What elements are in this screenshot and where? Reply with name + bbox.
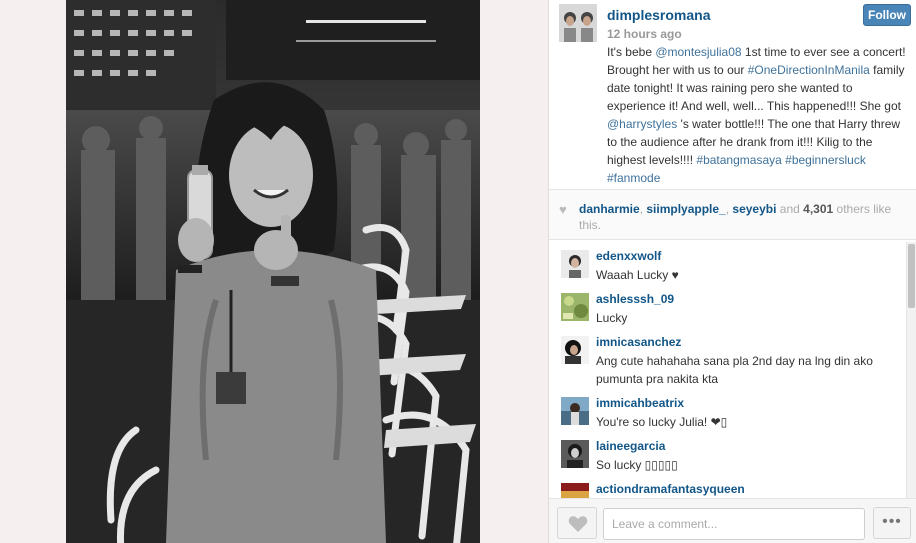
avatar-image — [561, 397, 589, 425]
post-timestamp[interactable]: 12 hours ago — [607, 27, 682, 41]
user-avatar[interactable] — [559, 4, 597, 42]
heart-icon: ♥ — [559, 202, 567, 217]
liker-link[interactable]: seyeybi — [732, 202, 776, 216]
post-detail-panel: dimplesromana 12 hours ago Follow It's b… — [548, 0, 916, 543]
comment-list[interactable]: edenxxwolf Waaah Lucky ♥ ashlesssh_09 Lu… — [549, 242, 916, 498]
commenter-avatar[interactable] — [561, 483, 589, 498]
post-photo-image — [66, 0, 480, 543]
hashtag-link[interactable]: #fanmode — [607, 171, 660, 185]
comment-text: You're so lucky Julia! ❤▯ — [596, 415, 728, 429]
avatar-image — [561, 250, 589, 278]
comment-text: So lucky ▯▯▯▯▯ — [596, 458, 678, 472]
post-caption: It's bebe @montesjulia08 1st time to eve… — [607, 43, 907, 187]
hashtag-link[interactable]: #beginnersluck — [785, 153, 866, 167]
hashtag-link[interactable]: #batangmasaya — [696, 153, 781, 167]
mention-link[interactable]: @harrystyles — [607, 117, 677, 131]
comment-username[interactable]: ashlesssh_09 — [596, 292, 674, 306]
avatar-image — [561, 440, 589, 468]
comment-username[interactable]: imnicasanchez — [596, 335, 681, 349]
avatar-image — [561, 293, 589, 321]
commenter-avatar[interactable] — [561, 336, 589, 364]
photo-area — [0, 0, 548, 543]
avatar-image — [561, 483, 589, 498]
ellipsis-icon[interactable]: ••• — [873, 507, 911, 539]
hashtag-link[interactable]: #OneDirectionInManila — [748, 63, 870, 77]
liker-link[interactable]: danharmie — [579, 202, 640, 216]
comment-text: Lucky — [596, 311, 628, 325]
post-header: dimplesromana 12 hours ago Follow It's b… — [549, 0, 916, 190]
commenter-avatar[interactable] — [561, 440, 589, 468]
comment-username[interactable]: immicahbeatrix — [596, 396, 684, 410]
comments-scrollbar[interactable] — [906, 242, 916, 498]
comment-input[interactable] — [603, 508, 865, 540]
heart-icon — [568, 516, 588, 532]
likes-text: danharmie, siimplyapple_, seyeybi and 4,… — [579, 201, 907, 233]
comment-text: Waaah Lucky ♥ — [596, 268, 679, 282]
likes-and: and — [776, 202, 804, 216]
post-photo[interactable] — [66, 0, 480, 543]
commenter-avatar[interactable] — [561, 250, 589, 278]
scrollbar-thumb[interactable] — [908, 244, 915, 308]
likes-count[interactable]: 4,301 — [803, 202, 833, 216]
follow-button[interactable]: Follow — [863, 4, 911, 26]
commenter-avatar[interactable] — [561, 397, 589, 425]
caption-text: It's bebe — [607, 45, 656, 59]
post-username[interactable]: dimplesromana — [607, 7, 710, 23]
comment-username[interactable]: edenxxwolf — [596, 249, 661, 263]
avatar-image — [561, 336, 589, 364]
avatar-image — [559, 4, 597, 42]
commenter-avatar[interactable] — [561, 293, 589, 321]
mention-link[interactable]: @montesjulia08 — [655, 45, 741, 59]
like-button[interactable] — [557, 507, 597, 539]
comment-username[interactable]: laineegarcia — [596, 439, 665, 453]
likes-bar: ♥ danharmie, siimplyapple_, seyeybi and … — [549, 190, 916, 240]
comment-footer: ••• — [549, 498, 916, 543]
comment-text: Ang cute hahahaha sana pla 2nd day na ln… — [596, 354, 873, 386]
comment-username[interactable]: actiondramafantasyqueen — [596, 482, 745, 496]
liker-link[interactable]: siimplyapple_ — [646, 202, 725, 216]
